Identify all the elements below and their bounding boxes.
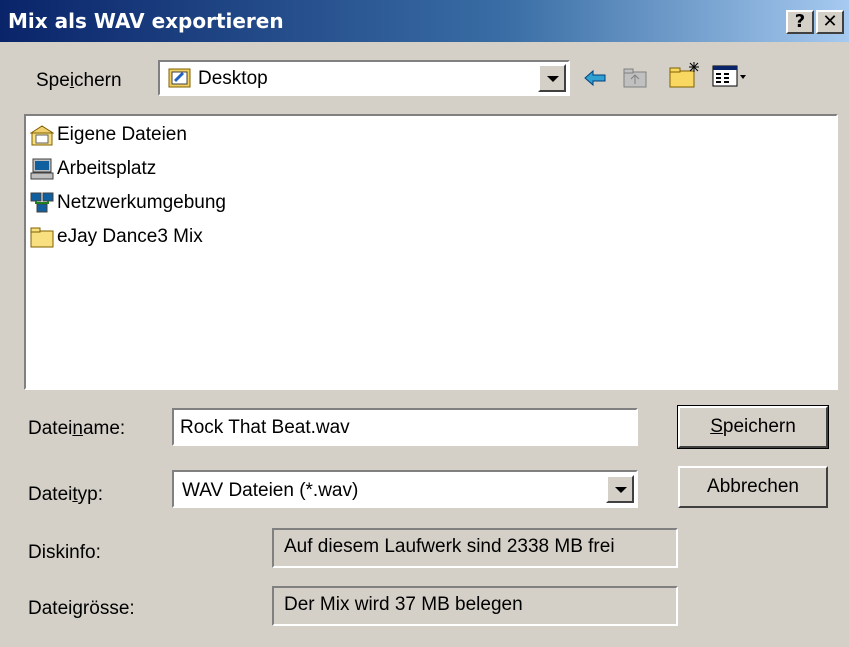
up-folder-icon[interactable] bbox=[622, 64, 648, 96]
filetype-label: Dateityp: bbox=[28, 484, 103, 505]
my-computer-icon bbox=[30, 158, 54, 180]
list-item[interactable]: Netzwerkumgebung bbox=[30, 188, 226, 218]
save-button[interactable]: Speichern bbox=[677, 405, 829, 449]
diskinfo-value: Auf diesem Laufwerk sind 2338 MB frei bbox=[272, 528, 678, 568]
my-documents-icon bbox=[29, 124, 55, 146]
help-button[interactable]: ? bbox=[786, 10, 814, 34]
chevron-down-icon[interactable] bbox=[538, 64, 566, 92]
folder-icon bbox=[30, 226, 54, 248]
title-bar[interactable]: Mix als WAV exportieren ? ✕ bbox=[0, 0, 849, 42]
desktop-icon bbox=[168, 67, 192, 89]
list-item[interactable]: Eigene Dateien bbox=[29, 120, 187, 150]
filesize-value: Der Mix wird 37 MB belegen bbox=[272, 586, 678, 626]
save-in-label: Speichern bbox=[36, 70, 122, 91]
window-title: Mix als WAV exportieren bbox=[8, 9, 284, 33]
filesize-label: Dateigrösse: bbox=[28, 598, 135, 619]
chevron-down-icon[interactable] bbox=[606, 475, 634, 503]
close-button[interactable]: ✕ bbox=[816, 10, 844, 34]
diskinfo-label: Diskinfo: bbox=[28, 542, 101, 563]
filetype-value: WAV Dateien (*.wav) bbox=[182, 480, 359, 501]
cancel-button[interactable]: Abbrechen bbox=[678, 466, 828, 508]
filename-label: Dateiname: bbox=[28, 418, 126, 439]
save-in-value: Desktop bbox=[198, 68, 268, 89]
new-folder-icon[interactable] bbox=[668, 60, 702, 96]
back-icon[interactable] bbox=[582, 66, 608, 96]
save-in-dropdown[interactable]: Desktop bbox=[158, 60, 570, 96]
file-list[interactable]: Eigene Dateien Arbeitsplatz Netzwerkumge… bbox=[24, 114, 838, 390]
list-item[interactable]: Arbeitsplatz bbox=[30, 154, 156, 184]
view-menu-icon[interactable] bbox=[712, 64, 748, 94]
list-item[interactable]: eJay Dance3 Mix bbox=[30, 222, 203, 252]
filetype-dropdown[interactable]: WAV Dateien (*.wav) bbox=[172, 470, 638, 508]
network-icon bbox=[30, 192, 54, 214]
filename-input[interactable]: Rock That Beat.wav bbox=[172, 408, 638, 446]
